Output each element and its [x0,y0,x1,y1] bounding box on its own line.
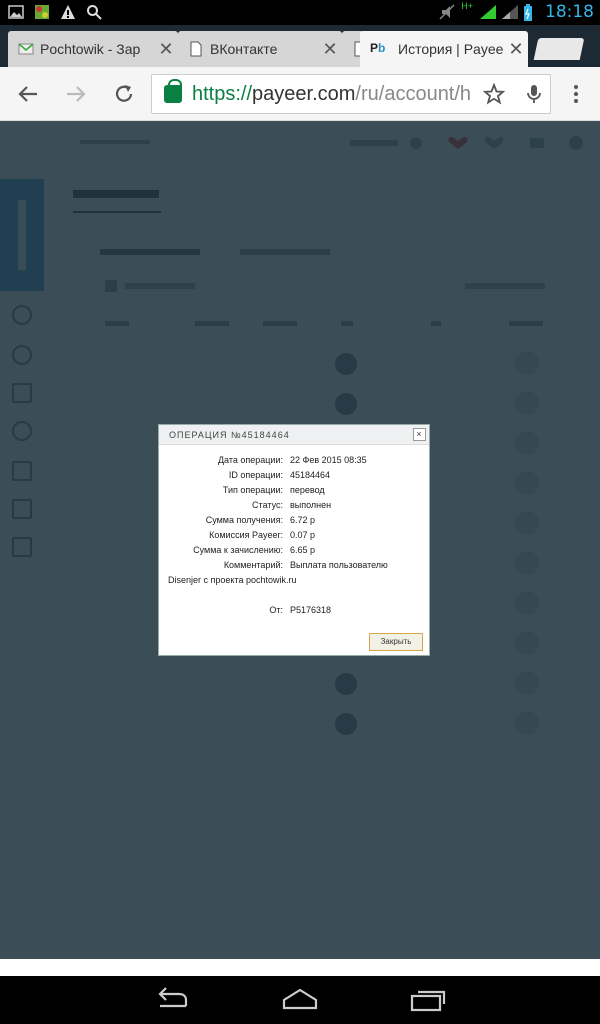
field-value: перевод [290,485,325,495]
field-label: Комиссия Payeer: [209,530,283,540]
close-icon[interactable]: ✕ [504,39,528,60]
field-value: Выплата пользователю [290,560,388,570]
field-value: выполнен [290,500,332,510]
new-tab-button[interactable] [533,38,585,60]
field-comment: Комментарий: Выплата пользователю [159,560,431,572]
field-label: ID операции: [228,470,283,480]
field-commission: Комиссия Payeer: 0.07 р [159,530,431,542]
field-status: Статус: выполнен [159,500,431,512]
envelope-icon [18,41,34,57]
nav-back-icon[interactable] [152,986,192,1014]
dialog-title: ОПЕРАЦИЯ №45184464 [169,430,290,440]
field-label: Статус: [252,500,283,510]
menu-icon[interactable] [562,80,590,108]
url-host: payeer.com [252,82,356,105]
tab-strip: Pochtowik - Зар ✕ ВКонтакте ✕ Pb История… [0,25,600,67]
nav-recents-icon[interactable] [408,986,448,1014]
field-value: 22 Фев 2015 08:35 [290,455,367,465]
system-nav-bar [0,976,600,1024]
field-id: ID операции: 45184464 [159,470,431,482]
close-icon[interactable]: ✕ [154,39,178,60]
page-bottom-strip [0,959,600,976]
field-amount-received: Сумма получения: 6.72 р [159,515,431,527]
tab-pochtowik[interactable]: Pochtowik - Зар ✕ [8,31,178,67]
status-bar: H+ 18:18 [0,0,600,25]
field-label: Сумма к зачислению: [193,545,283,555]
field-label: Тип операции: [222,485,283,495]
app-notification-icon [34,4,50,20]
field-label: Комментарий: [223,560,283,570]
bookmark-star-icon[interactable] [480,80,508,108]
warning-icon [60,4,76,20]
tab-title: История | Payee [398,41,504,57]
search-icon [86,4,102,20]
page-icon [188,41,204,57]
operation-details-dialog: ОПЕРАЦИЯ №45184464 × Дата операции: 22 Ф… [158,424,430,656]
field-from: От: P5176318 [159,605,431,617]
dialog-header: ОПЕРАЦИЯ №45184464 × [159,425,429,445]
battery-icon [523,4,539,21]
tab-payeer-history[interactable]: Pb История | Payee ✕ [360,31,528,67]
tab-title: Pochtowik - Зар [40,41,141,57]
field-value: P5176318 [290,605,332,615]
field-value: 6.72 р [290,515,316,525]
signal-2-icon [501,4,518,20]
tab-title: ВКонтакте [210,41,278,57]
field-label: Сумма получения: [205,515,283,525]
back-button[interactable] [14,80,42,108]
close-button[interactable]: Закрыть [369,633,423,651]
reload-button[interactable] [110,80,138,108]
tab-vkontakte[interactable]: ВКонтакте ✕ [178,31,342,67]
signal-icon [479,4,496,20]
image-notification-icon [8,4,24,20]
field-value: 6.65 р [290,545,316,555]
lock-icon [164,79,182,103]
field-label: Дата операции: [217,455,283,465]
comment-continuation: Disenjer с проекта pochtowik.ru [168,575,297,585]
field-value: 0.07 р [290,530,316,540]
field-date: Дата операции: 22 Фев 2015 08:35 [159,455,431,467]
network-type-label: H+ [461,1,473,11]
nav-home-icon[interactable] [280,986,320,1014]
dialog-close-button[interactable]: × [413,428,426,441]
field-amount-credited: Сумма к зачислению: 6.65 р [159,545,431,557]
close-icon[interactable]: ✕ [318,39,342,60]
field-label: От: [269,605,283,615]
payeer-icon: Pb [370,41,386,55]
microphone-icon[interactable] [520,80,548,108]
forward-button[interactable] [62,80,90,108]
field-value: 45184464 [290,470,331,480]
mute-icon [439,4,455,20]
browser-toolbar: https://payeer.com/ru/account/h [0,67,600,121]
url-path: /ru/account/h [355,82,472,105]
field-type: Тип операции: перевод [159,485,431,497]
url-scheme: https:// [192,82,253,105]
clock: 18:18 [545,2,594,22]
